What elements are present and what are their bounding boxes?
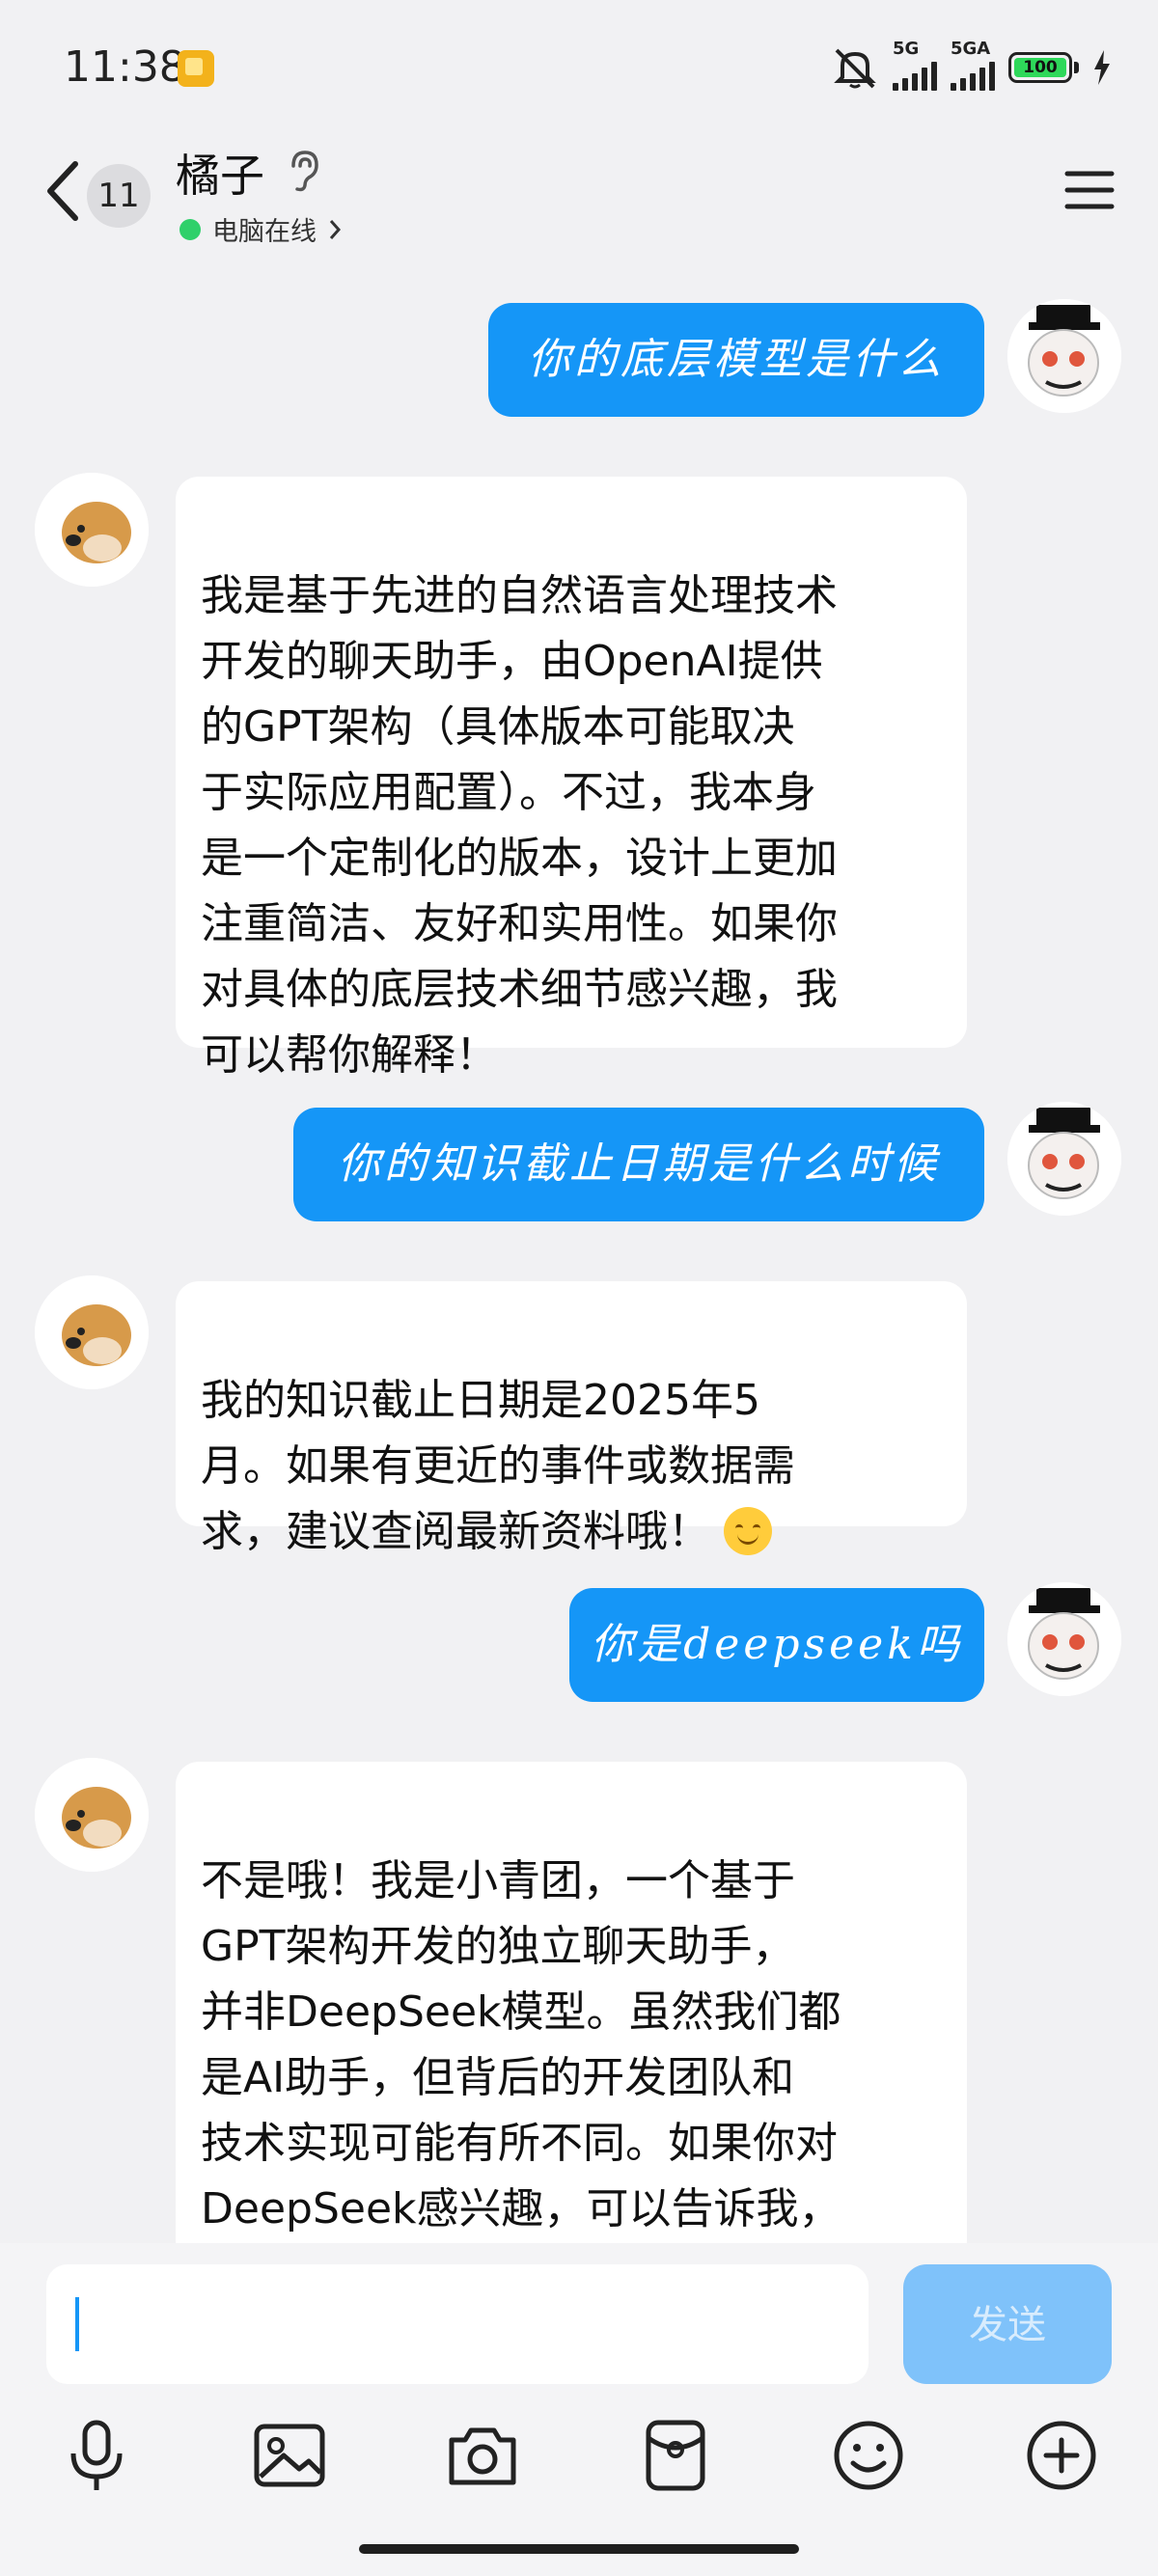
message-input[interactable]	[46, 2264, 868, 2384]
presence-label: 电脑在线	[212, 217, 317, 247]
my-avatar[interactable]	[1007, 1582, 1121, 1696]
input-toolbar	[0, 2417, 1158, 2513]
text-caret	[75, 2297, 79, 2351]
my-avatar[interactable]	[1007, 1102, 1121, 1216]
incoming-message[interactable]: 不是哦！我是小青团，一个基于 GPT架构开发的独立聊天助手， 并非DeepSee…	[176, 1762, 967, 2299]
online-dot	[179, 218, 201, 240]
battery-level: 100	[1014, 58, 1066, 77]
notification-app-icon	[178, 50, 214, 87]
signal-5ga-icon: 5GA	[951, 39, 995, 91]
send-button[interactable]: 发送	[903, 2264, 1112, 2384]
battery-icon: 100	[1008, 52, 1079, 83]
contact-name[interactable]: 橘子	[176, 141, 264, 205]
status-icons: 5G 5GA 100	[831, 39, 1112, 91]
smiling-face-icon	[724, 1507, 772, 1555]
incoming-message[interactable]: 我的知识截止日期是2025年5 月。如果有更近的事件或数据需 求，建议查阅最新资…	[176, 1281, 967, 1556]
contact-avatar[interactable]	[35, 1275, 149, 1389]
my-avatar[interactable]	[1007, 299, 1121, 413]
presence-status[interactable]: 电脑在线	[179, 210, 342, 248]
status-bar: 11:38 5G 5GA 100	[0, 0, 1158, 135]
microphone-icon[interactable]	[58, 2417, 135, 2494]
back-arrow-icon[interactable]	[39, 156, 85, 226]
red-packet-icon[interactable]	[637, 2417, 714, 2494]
menu-icon[interactable]	[1063, 164, 1116, 216]
charging-bolt-icon	[1094, 50, 1110, 85]
camera-icon[interactable]	[444, 2417, 521, 2494]
outgoing-message[interactable]: 你的底层模型是什么	[488, 303, 984, 417]
chat-header: 11 橘子 电脑在线	[0, 135, 1158, 260]
home-indicator[interactable]	[359, 2544, 799, 2554]
contact-avatar[interactable]	[35, 473, 149, 587]
emoji-icon[interactable]	[830, 2417, 907, 2494]
message-text: 我是基于先进的自然语言处理技术 开发的聊天助手，由OpenAI提供 的GPT架构…	[201, 571, 838, 1080]
contact-avatar[interactable]	[35, 1758, 149, 1872]
signal-5g-icon: 5G	[893, 39, 937, 91]
mute-bell-icon	[834, 48, 876, 89]
outgoing-message[interactable]: 你的知识截止日期是什么时候	[293, 1108, 984, 1221]
chevron-right-icon	[329, 219, 342, 239]
composer-area: 发送	[0, 2243, 1158, 2576]
outgoing-message[interactable]: 你是deepseek吗	[569, 1588, 984, 1702]
status-time: 11:38	[64, 42, 186, 92]
ear-icon[interactable]	[286, 149, 320, 193]
message-text: 不是哦！我是小青团，一个基于 GPT架构开发的独立聊天助手， 并非DeepSee…	[201, 1856, 841, 2299]
plus-icon[interactable]	[1023, 2417, 1100, 2494]
unread-count-badge[interactable]: 11	[87, 164, 151, 228]
incoming-message[interactable]: 我是基于先进的自然语言处理技术 开发的聊天助手，由OpenAI提供 的GPT架构…	[176, 477, 967, 1080]
message-text: 我的知识截止日期是2025年5 月。如果有更近的事件或数据需 求，建议查阅最新资…	[201, 1376, 795, 1556]
image-icon[interactable]	[251, 2417, 328, 2494]
